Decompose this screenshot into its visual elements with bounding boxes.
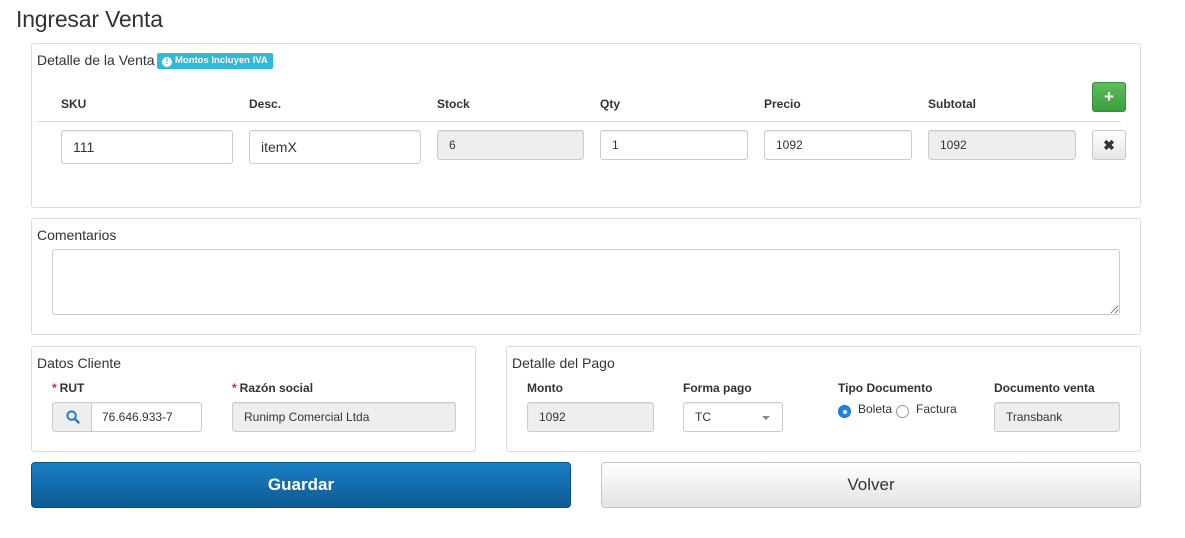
monto-field: 1092 (527, 402, 654, 432)
radio-factura[interactable] (896, 405, 909, 418)
subtotal-field: 1092 (928, 130, 1076, 160)
volver-button[interactable]: Volver (601, 462, 1141, 508)
forma-pago-select[interactable]: TC (683, 402, 783, 432)
info-circle-icon: ! (162, 57, 172, 67)
rut-input[interactable]: 76.646.933-7 (91, 402, 202, 432)
column-header-sku: SKU (61, 97, 87, 111)
remove-row-button[interactable]: ✖ (1092, 130, 1126, 160)
column-header-qty: Qty (600, 97, 621, 111)
radio-boleta[interactable] (838, 405, 851, 418)
chevron-down-icon (762, 416, 770, 420)
razon-social-label: * Razón social (232, 381, 313, 395)
column-header-subtotal: Subtotal (928, 97, 976, 111)
comentarios-textarea[interactable] (52, 249, 1120, 315)
qty-input[interactable]: 1 (600, 130, 748, 160)
forma-pago-label: Forma pago (683, 381, 752, 395)
times-icon: ✖ (1103, 137, 1115, 153)
comentarios-panel: Comentarios (31, 218, 1141, 335)
required-mark: * (52, 381, 57, 395)
desc-input[interactable]: itemX (249, 130, 421, 164)
detalle-pago-panel: Detalle del Pago Monto 1092 Forma pago T… (506, 346, 1141, 452)
required-mark-2: * (232, 381, 237, 395)
rut-label-text: RUT (59, 381, 85, 395)
detalle-venta-panel: Detalle de la Venta ! Montos Incluyen IVA… (31, 43, 1141, 208)
precio-input[interactable]: 1092 (764, 130, 912, 160)
column-header-stock: Stock (437, 97, 470, 111)
detalle-venta-title: Detalle de la Venta (37, 52, 155, 68)
plus-icon: + (1104, 87, 1114, 106)
forma-pago-value: TC (695, 410, 711, 424)
page-title: Ingresar Venta (16, 6, 163, 32)
documento-venta-field: Transbank (994, 402, 1120, 432)
sku-input[interactable]: 111 (61, 130, 233, 164)
datos-cliente-panel: Datos Cliente * RUT 76.646.933-7 * Razón s… (31, 346, 476, 452)
rut-label: * RUT (52, 381, 84, 395)
razon-social-label-text: Razón social (239, 381, 314, 395)
add-row-button[interactable]: + (1092, 82, 1126, 112)
documento-venta-label: Documento venta (994, 381, 1095, 395)
detalle-pago-title: Detalle del Pago (512, 355, 615, 371)
guardar-button[interactable]: Guardar (31, 462, 571, 508)
razon-social-field: Runimp Comercial Ltda (232, 402, 456, 432)
comentarios-title: Comentarios (37, 227, 117, 243)
datos-cliente-title: Datos Cliente (37, 355, 122, 371)
column-header-precio: Precio (764, 97, 801, 111)
monto-label: Monto (527, 381, 563, 395)
rut-search-button[interactable] (52, 402, 92, 432)
radio-boleta-label[interactable]: Boleta (858, 402, 892, 416)
table-header-divider (37, 121, 1121, 122)
iva-badge: ! Montos Incluyen IVA (157, 53, 273, 69)
iva-badge-label: Montos Incluyen IVA (175, 55, 268, 66)
search-icon (66, 410, 80, 424)
tipo-documento-label: Tipo Documento (838, 381, 933, 395)
radio-factura-label[interactable]: Factura (916, 402, 957, 416)
column-header-desc: Desc. (249, 97, 282, 111)
stock-field: 6 (437, 130, 584, 160)
